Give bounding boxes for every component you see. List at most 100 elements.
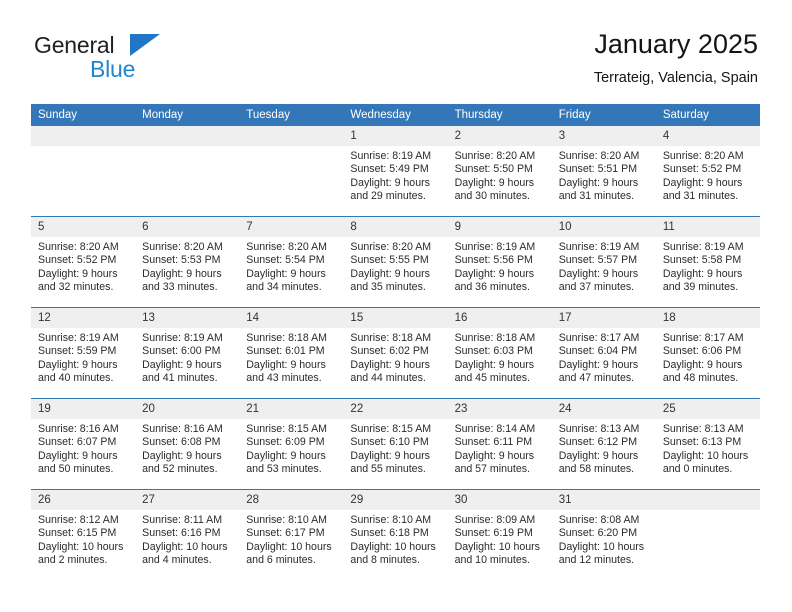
calendar-day-cell[interactable]: 29 Sunrise: 8:10 AM Sunset: 6:18 PM Dayligh… bbox=[343, 489, 448, 580]
calendar-day-cell[interactable]: 25 Sunrise: 8:13 AM Sunset: 6:13 PM Dayligh… bbox=[655, 398, 760, 490]
day-cell-inner: 15 Sunrise: 8:18 AM Sunset: 6:02 PM Dayligh… bbox=[343, 308, 448, 398]
sunrise-text: Sunrise: 8:15 AM bbox=[246, 423, 327, 435]
day-info: Sunrise: 8:15 AM Sunset: 6:10 PM Daylight:… bbox=[343, 419, 447, 477]
daylight-text-line2: and 12 minutes. bbox=[558, 554, 635, 567]
day-cell-inner: 30 Sunrise: 8:09 AM Sunset: 6:19 PM Dayligh… bbox=[447, 490, 552, 580]
day-info: Sunrise: 8:20 AM Sunset: 5:53 PM Daylight:… bbox=[135, 237, 239, 295]
day-number: 5 bbox=[31, 217, 136, 237]
daylight-text-line1: Daylight: 9 hours bbox=[246, 267, 326, 280]
calendar-day-cell[interactable]: 16 Sunrise: 8:18 AM Sunset: 6:03 PM Dayligh… bbox=[447, 307, 552, 399]
weekday-header-tuesday: Tuesday bbox=[239, 104, 344, 126]
day-number: 26 bbox=[31, 490, 136, 510]
brand-logo[interactable]: General Blue bbox=[34, 32, 234, 88]
calendar-day-cell[interactable]: 4 Sunrise: 8:20 AM Sunset: 5:52 PM Daylight… bbox=[655, 126, 760, 217]
day-number: 6 bbox=[135, 217, 240, 237]
calendar-day-cell[interactable]: 1 Sunrise: 8:19 AM Sunset: 5:49 PM Daylight… bbox=[343, 126, 448, 217]
calendar-day-cell[interactable]: 5 Sunrise: 8:20 AM Sunset: 5:52 PM Daylight… bbox=[31, 216, 136, 308]
day-cell-inner bbox=[135, 126, 240, 216]
daylight-text-line2: and 41 minutes. bbox=[142, 372, 218, 385]
calendar-day-cell[interactable]: 23 Sunrise: 8:14 AM Sunset: 6:11 PM Dayligh… bbox=[447, 398, 552, 490]
day-cell-inner: 6 Sunrise: 8:20 AM Sunset: 5:53 PM Daylight… bbox=[135, 217, 240, 307]
sunrise-text: Sunrise: 8:09 AM bbox=[454, 514, 536, 526]
sunrise-text: Sunrise: 8:20 AM bbox=[558, 150, 640, 162]
sunset-text: Sunset: 5:56 PM bbox=[454, 254, 533, 267]
calendar-day-cell[interactable]: 17 Sunrise: 8:17 AM Sunset: 6:04 PM Dayligh… bbox=[551, 307, 656, 399]
sunset-text: Sunset: 6:10 PM bbox=[350, 436, 429, 449]
daylight-text-line1: Daylight: 9 hours bbox=[142, 267, 222, 280]
calendar-day-cell[interactable]: 19 Sunrise: 8:16 AM Sunset: 6:07 PM Dayligh… bbox=[31, 398, 136, 490]
day-cell-inner: 24 Sunrise: 8:13 AM Sunset: 6:12 PM Dayligh… bbox=[551, 399, 656, 489]
sunrise-text: Sunrise: 8:20 AM bbox=[246, 241, 327, 253]
day-number bbox=[239, 126, 344, 146]
day-number: 29 bbox=[343, 490, 448, 510]
daylight-text-line1: Daylight: 9 hours bbox=[454, 358, 535, 371]
sunset-text: Sunset: 5:54 PM bbox=[246, 254, 325, 267]
daylight-text-line2: and 55 minutes. bbox=[350, 463, 426, 476]
calendar-body: 1 Sunrise: 8:19 AM Sunset: 5:49 PM Daylight… bbox=[31, 126, 760, 580]
day-number bbox=[31, 126, 136, 146]
calendar-day-cell[interactable]: 22 Sunrise: 8:15 AM Sunset: 6:10 PM Dayligh… bbox=[343, 398, 448, 490]
day-number: 24 bbox=[551, 399, 656, 419]
calendar-day-cell[interactable]: 6 Sunrise: 8:20 AM Sunset: 5:53 PM Daylight… bbox=[135, 216, 240, 308]
day-number: 12 bbox=[31, 308, 136, 328]
sunset-text: Sunset: 6:07 PM bbox=[38, 436, 117, 449]
day-info: Sunrise: 8:10 AM Sunset: 6:18 PM Daylight:… bbox=[343, 510, 447, 568]
daylight-text-line2: and 31 minutes. bbox=[662, 190, 739, 203]
calendar-day-cell[interactable]: 10 Sunrise: 8:19 AM Sunset: 5:57 PM Dayligh… bbox=[551, 216, 656, 308]
day-info: Sunrise: 8:16 AM Sunset: 6:08 PM Daylight:… bbox=[135, 419, 239, 477]
sunrise-text: Sunrise: 8:20 AM bbox=[662, 150, 744, 162]
calendar-day-cell[interactable]: 2 Sunrise: 8:20 AM Sunset: 5:50 PM Daylight… bbox=[447, 126, 552, 217]
daylight-text-line2: and 0 minutes. bbox=[662, 463, 733, 476]
calendar-day-cell[interactable]: 8 Sunrise: 8:20 AM Sunset: 5:55 PM Daylight… bbox=[343, 216, 448, 308]
calendar-day-cell[interactable]: 15 Sunrise: 8:18 AM Sunset: 6:02 PM Dayligh… bbox=[343, 307, 448, 399]
sunset-text: Sunset: 6:20 PM bbox=[558, 527, 638, 540]
calendar-day-cell[interactable]: 18 Sunrise: 8:17 AM Sunset: 6:06 PM Dayligh… bbox=[655, 307, 760, 399]
sunrise-text: Sunrise: 8:18 AM bbox=[454, 332, 536, 344]
calendar-day-cell[interactable]: 7 Sunrise: 8:20 AM Sunset: 5:54 PM Daylight… bbox=[239, 216, 344, 308]
calendar-day-cell[interactable]: 3 Sunrise: 8:20 AM Sunset: 5:51 PM Daylight… bbox=[551, 126, 656, 217]
daylight-text-line1: Daylight: 9 hours bbox=[350, 449, 430, 462]
sunset-text: Sunset: 6:12 PM bbox=[558, 436, 638, 449]
page-title: January 2025 bbox=[594, 29, 758, 59]
weekday-header-friday: Friday bbox=[551, 104, 656, 126]
calendar-day-cell[interactable]: 13 Sunrise: 8:19 AM Sunset: 6:00 PM Dayligh… bbox=[135, 307, 240, 399]
calendar-day-cell[interactable]: 12 Sunrise: 8:19 AM Sunset: 5:59 PM Dayligh… bbox=[31, 307, 136, 399]
sunrise-text: Sunrise: 8:16 AM bbox=[38, 423, 119, 435]
calendar-day-cell[interactable]: 26 Sunrise: 8:12 AM Sunset: 6:15 PM Dayligh… bbox=[31, 489, 136, 580]
daylight-text-line2: and 10 minutes. bbox=[454, 554, 530, 567]
sunset-text: Sunset: 6:13 PM bbox=[662, 436, 742, 449]
day-number: 9 bbox=[447, 217, 552, 237]
calendar-day-cell[interactable]: 31 Sunrise: 8:08 AM Sunset: 6:20 PM Dayligh… bbox=[551, 489, 656, 580]
daylight-text-line2: and 44 minutes. bbox=[350, 372, 426, 385]
day-number: 27 bbox=[135, 490, 240, 510]
day-cell-inner: 12 Sunrise: 8:19 AM Sunset: 5:59 PM Dayligh… bbox=[31, 308, 136, 398]
sunrise-text: Sunrise: 8:10 AM bbox=[350, 514, 432, 526]
day-cell-inner: 4 Sunrise: 8:20 AM Sunset: 5:52 PM Daylight… bbox=[655, 126, 760, 216]
daylight-text-line2: and 58 minutes. bbox=[558, 463, 635, 476]
daylight-text-line2: and 53 minutes. bbox=[246, 463, 322, 476]
calendar-day-cell[interactable]: 14 Sunrise: 8:18 AM Sunset: 6:01 PM Dayligh… bbox=[239, 307, 344, 399]
sunset-text: Sunset: 6:06 PM bbox=[662, 345, 742, 358]
calendar-day-cell[interactable]: 30 Sunrise: 8:09 AM Sunset: 6:19 PM Dayligh… bbox=[447, 489, 552, 580]
sunrise-text: Sunrise: 8:20 AM bbox=[38, 241, 119, 253]
calendar-day-cell[interactable]: 27 Sunrise: 8:11 AM Sunset: 6:16 PM Dayligh… bbox=[135, 489, 240, 580]
day-info: Sunrise: 8:12 AM Sunset: 6:15 PM Daylight:… bbox=[31, 510, 135, 568]
day-info: Sunrise: 8:15 AM Sunset: 6:09 PM Daylight:… bbox=[239, 419, 343, 477]
daylight-text-line1: Daylight: 9 hours bbox=[558, 449, 639, 462]
calendar-day-cell[interactable]: 28 Sunrise: 8:10 AM Sunset: 6:17 PM Dayligh… bbox=[239, 489, 344, 580]
day-number: 7 bbox=[239, 217, 344, 237]
day-cell-inner: 8 Sunrise: 8:20 AM Sunset: 5:55 PM Daylight… bbox=[343, 217, 448, 307]
day-number: 18 bbox=[655, 308, 760, 328]
triangle-logo-icon bbox=[130, 34, 160, 56]
day-info: Sunrise: 8:20 AM Sunset: 5:50 PM Daylight:… bbox=[448, 146, 552, 204]
sunrise-text: Sunrise: 8:15 AM bbox=[350, 423, 432, 435]
calendar-day-cell[interactable]: 11 Sunrise: 8:19 AM Sunset: 5:58 PM Dayligh… bbox=[655, 216, 760, 308]
sunrise-text: Sunrise: 8:19 AM bbox=[454, 241, 536, 253]
day-number: 16 bbox=[447, 308, 552, 328]
calendar-day-cell[interactable]: 20 Sunrise: 8:16 AM Sunset: 6:08 PM Dayligh… bbox=[135, 398, 240, 490]
day-cell-inner: 18 Sunrise: 8:17 AM Sunset: 6:06 PM Dayligh… bbox=[655, 308, 760, 398]
daylight-text-line2: and 45 minutes. bbox=[454, 372, 530, 385]
calendar-day-cell[interactable]: 9 Sunrise: 8:19 AM Sunset: 5:56 PM Daylight… bbox=[447, 216, 552, 308]
calendar-day-cell[interactable]: 24 Sunrise: 8:13 AM Sunset: 6:12 PM Dayligh… bbox=[551, 398, 656, 490]
calendar-day-cell[interactable]: 21 Sunrise: 8:15 AM Sunset: 6:09 PM Dayligh… bbox=[239, 398, 344, 490]
